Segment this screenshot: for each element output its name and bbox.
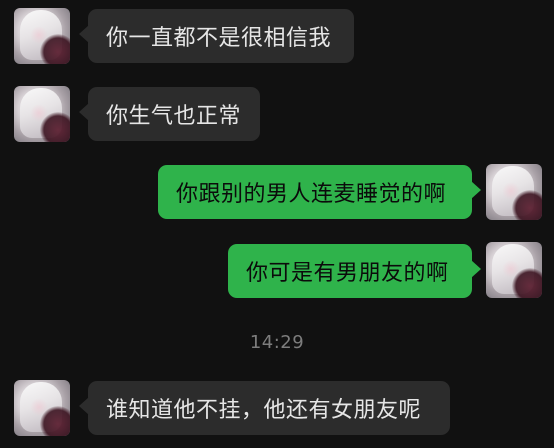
- message-text: 你跟别的男人连麦睡觉的啊: [176, 182, 447, 207]
- message-text: 你生气也正常: [106, 104, 242, 129]
- message-text: 你可是有男朋友的啊: [246, 261, 449, 286]
- message-text: 谁知道他不挂，他还有女朋友呢: [106, 398, 422, 423]
- message-text: 你一直都不是很相信我: [106, 26, 332, 51]
- chat-area: 你一直都不是很相信我 你生气也正常 你跟别的男人连麦睡觉的啊 你可是有男朋友的啊…: [0, 0, 554, 448]
- message-bubble-outgoing[interactable]: 你跟别的男人连麦睡觉的啊: [158, 165, 481, 219]
- message-timestamp: 14:29: [249, 332, 305, 353]
- contact-avatar[interactable]: [14, 8, 70, 64]
- my-avatar[interactable]: [486, 164, 542, 220]
- contact-avatar[interactable]: [14, 380, 70, 436]
- my-avatar[interactable]: [486, 242, 542, 298]
- message-bubble-incoming[interactable]: 你生气也正常: [79, 87, 260, 141]
- message-bubble-incoming[interactable]: 你一直都不是很相信我: [79, 9, 354, 63]
- contact-avatar[interactable]: [14, 86, 70, 142]
- message-bubble-outgoing[interactable]: 你可是有男朋友的啊: [228, 244, 481, 298]
- message-bubble-incoming[interactable]: 谁知道他不挂，他还有女朋友呢: [79, 381, 450, 435]
